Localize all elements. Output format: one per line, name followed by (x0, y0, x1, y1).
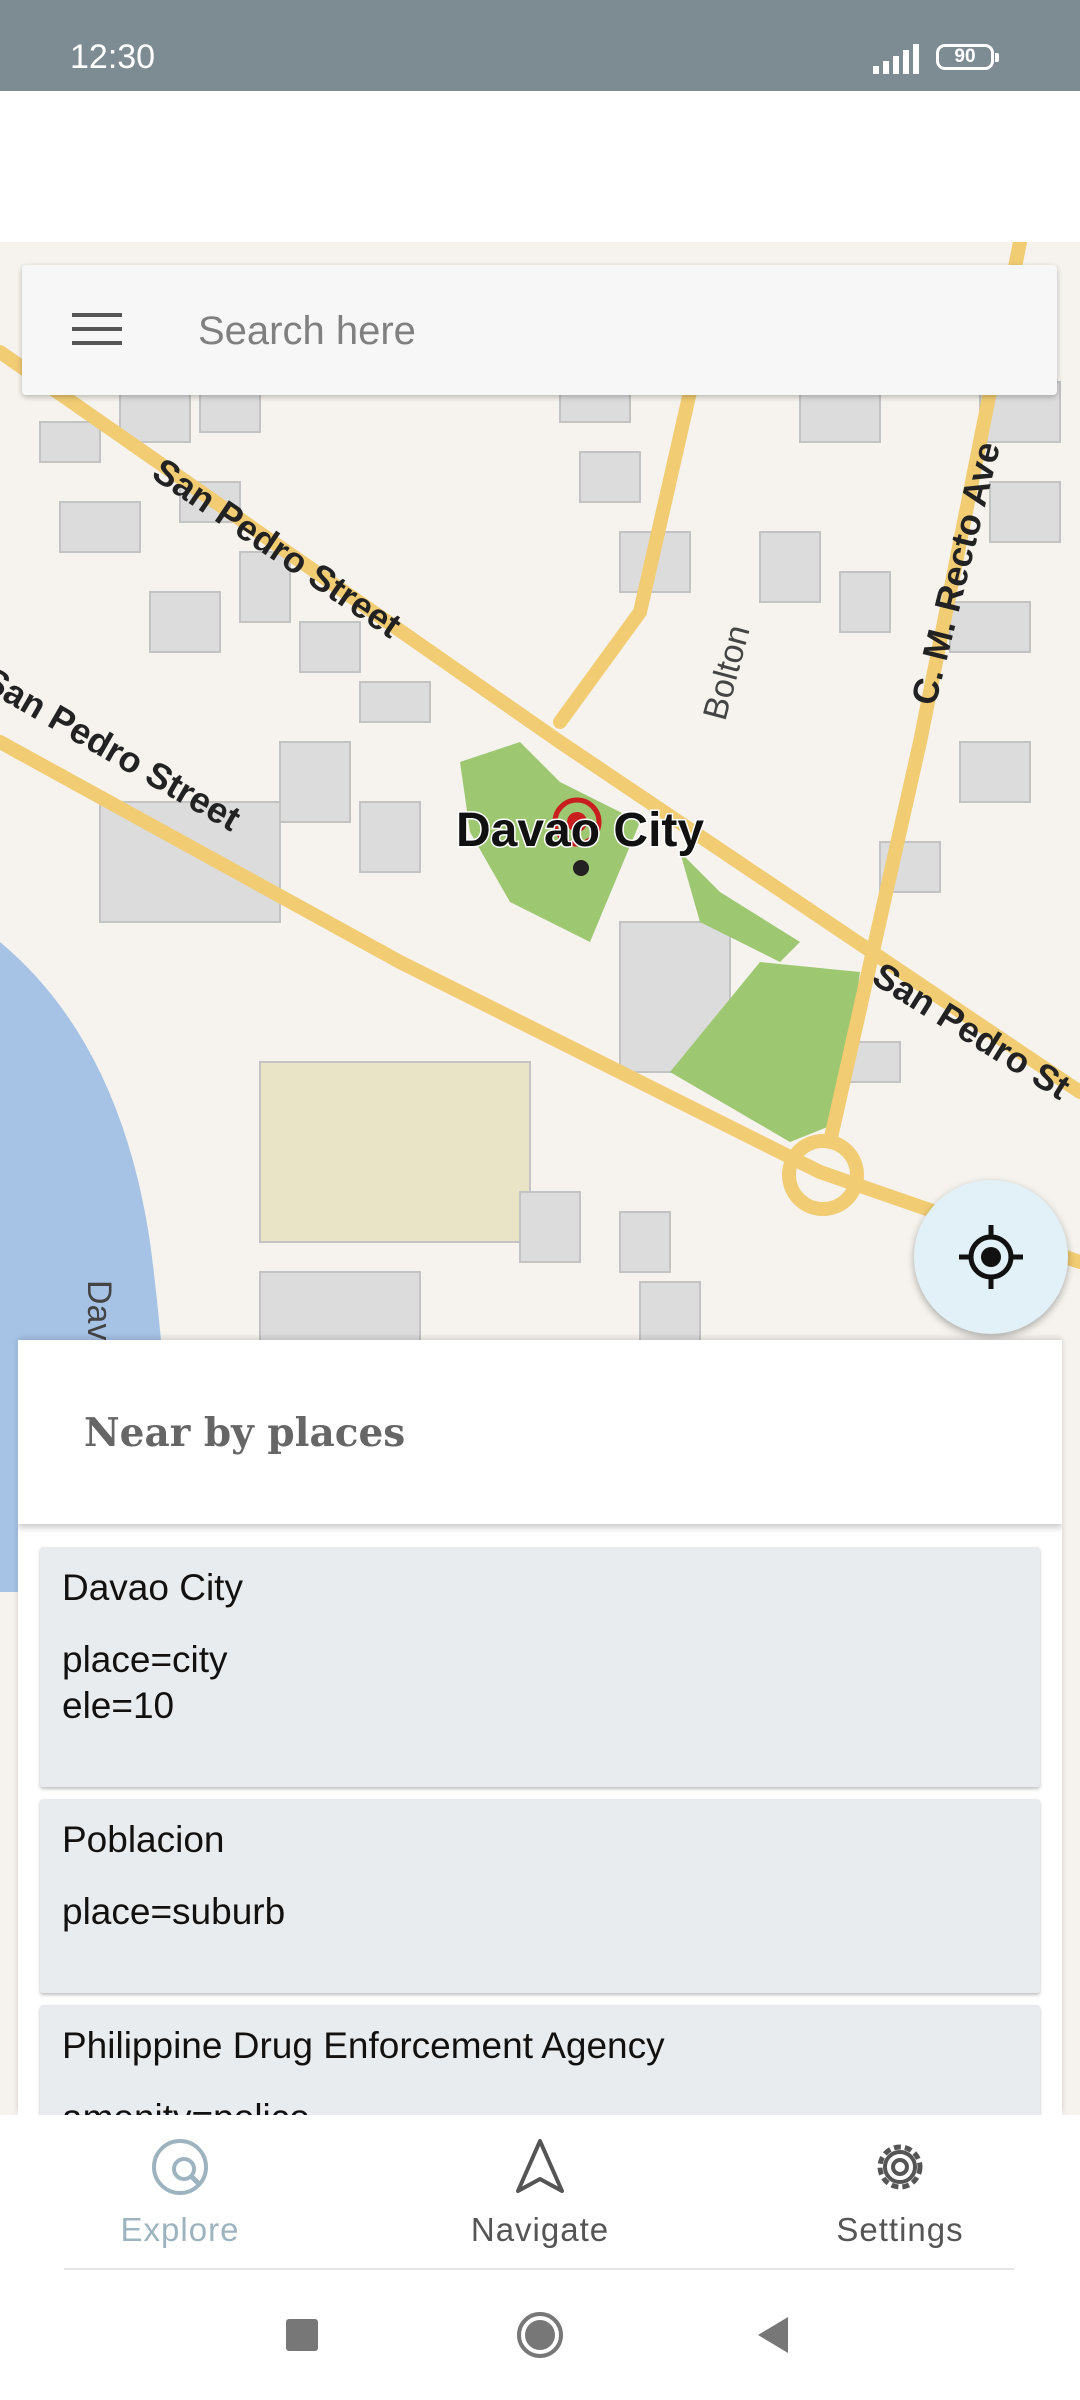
place-tag: ele=10 (62, 1685, 175, 1726)
search-bar (22, 265, 1057, 395)
map-street-label: San Pedro St (866, 954, 1078, 1108)
map-street-label: Bolton (696, 621, 758, 724)
back-button[interactable] (754, 2315, 794, 2355)
nearby-places-sheet[interactable]: Near by places Davao City place=city ele… (18, 1340, 1062, 2115)
place-name: Davao City (62, 1567, 243, 1608)
nav-navigate[interactable]: Navigate (420, 2115, 660, 2268)
nav-navigate-label: Navigate (470, 2211, 610, 2248)
place-item[interactable]: Philippine Drug Enforcement Agency ameni… (40, 2005, 1040, 2115)
nav-explore[interactable]: Explore (60, 2115, 300, 2268)
map-street-label: C. M. Recto Ave (903, 438, 1008, 709)
back-triangle-icon (758, 2317, 788, 2353)
sheet-header[interactable]: Near by places (18, 1340, 1062, 1524)
my-location-button[interactable] (914, 1180, 1068, 1334)
home-button[interactable] (515, 2310, 565, 2360)
place-tag: place=city (62, 1639, 228, 1680)
battery-icon: 90 (936, 44, 999, 70)
sheet-title: Near by places (84, 1410, 406, 1456)
map-city-label: Davao City (456, 804, 704, 857)
navigate-arrow-icon (516, 2139, 564, 2193)
home-circle-icon (517, 2312, 563, 2358)
nav-settings[interactable]: Settings (780, 2115, 1020, 2268)
recents-button[interactable] (286, 2319, 318, 2351)
place-name: Philippine Drug Enforcement Agency (62, 2025, 665, 2066)
status-time: 12:30 (70, 38, 156, 76)
map-street-label: Dav (80, 1280, 118, 1340)
gear-icon (877, 2144, 923, 2190)
crosshair-icon (959, 1225, 1023, 1289)
place-item[interactable]: Poblacion place=suburb (40, 1799, 1040, 1993)
place-tag: place=suburb (62, 1891, 286, 1932)
explore-icon (152, 2139, 208, 2195)
place-tag: amenity=police (62, 2095, 1018, 2115)
menu-icon[interactable] (72, 313, 122, 347)
status-bar: 12:30 90 (0, 0, 1080, 91)
place-list: Davao City place=city ele=10 Poblacion p… (40, 1547, 1040, 2115)
search-input[interactable] (196, 295, 1020, 367)
place-name: Poblacion (62, 1819, 225, 1860)
nav-explore-label: Explore (120, 2211, 240, 2248)
nav-settings-label: Settings (836, 2211, 964, 2248)
system-navigation-bar (0, 2270, 1080, 2400)
signal-icon (873, 44, 919, 74)
place-item[interactable]: Davao City place=city ele=10 (40, 1547, 1040, 1787)
battery-level: 90 (954, 46, 976, 67)
bottom-navigation: Explore Navigate Settings (0, 2115, 1080, 2268)
